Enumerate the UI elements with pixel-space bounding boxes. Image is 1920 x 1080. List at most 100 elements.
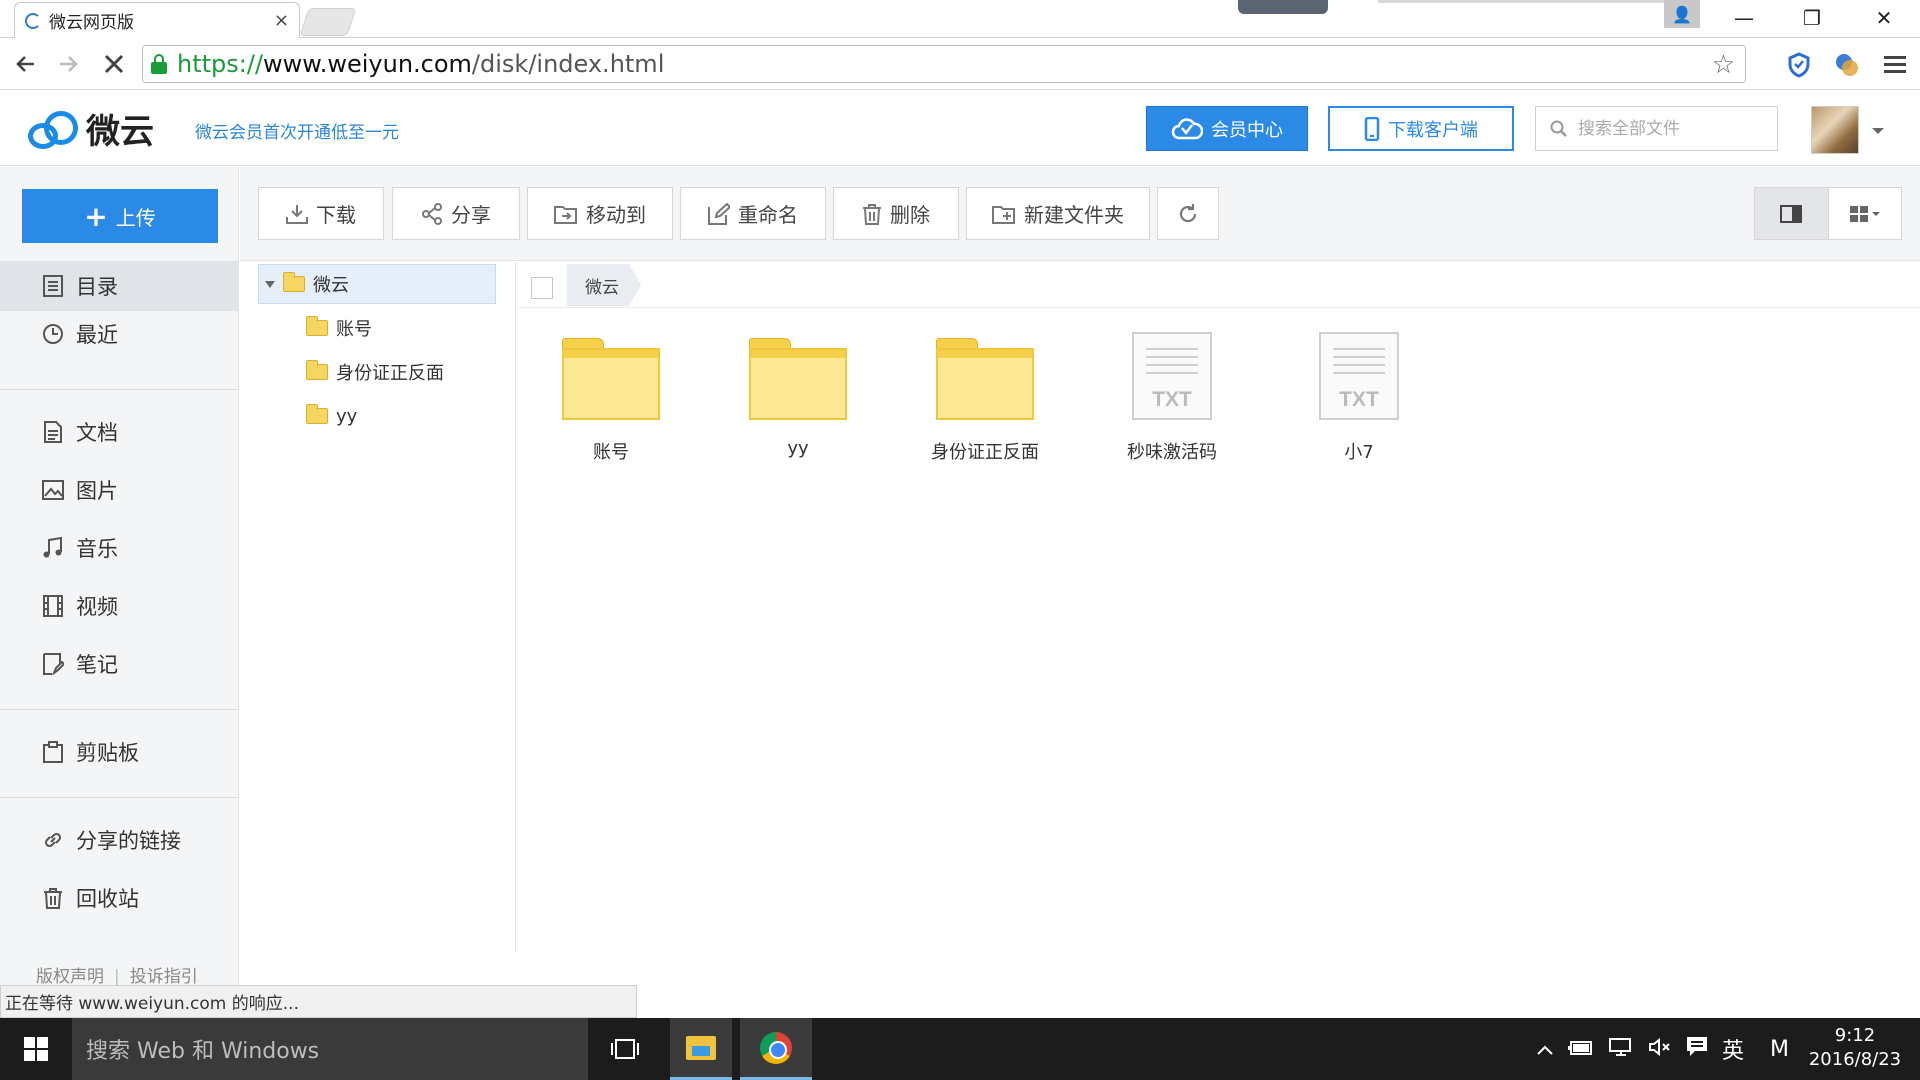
download-client-button[interactable]: 下载客户端 [1328,106,1514,151]
breadcrumb[interactable]: 微云 [567,264,641,306]
sidebar-item-documents[interactable]: 文档 [0,407,239,457]
sidebar-item-music[interactable]: 音乐 [0,523,239,573]
sidebar-item-label: 分享的链接 [76,829,181,853]
taskbar-search[interactable]: 搜索 Web 和 Windows [72,1018,588,1080]
caret-down-icon[interactable] [265,280,275,288]
sidebar-item-images[interactable]: 图片 [0,465,239,515]
folder-icon [749,338,847,420]
bookmark-star-icon[interactable]: ☆ [1712,50,1735,80]
url-bar[interactable]: https://www.weiyun.com/disk/index.html ☆ [142,45,1746,83]
tree-node-root[interactable]: 微云 [258,264,496,304]
file-item[interactable]: yy [723,328,873,459]
footer-divider: | [114,967,120,987]
chrome-taskbar[interactable] [740,1018,812,1080]
sidebar: + 上传 目录 最近 文档 图片 音乐 视频 笔记 剪贴板 分享的链接 回收站 … [0,167,239,987]
task-view-button[interactable] [595,1018,655,1080]
file-name: 身份证正反面 [931,442,1039,463]
forward-button[interactable] [50,46,86,82]
grid-view-button[interactable] [1829,188,1902,239]
download-button[interactable]: 下载 [258,187,384,240]
phone-icon [1364,116,1380,141]
browser-tab[interactable]: 微云网页版 × [14,2,300,38]
file-explorer-taskbar[interactable] [670,1018,732,1080]
clock-time: 9:12 [1834,1025,1876,1046]
tree-node[interactable]: yy [306,396,357,436]
tree-node[interactable]: 身份证正反面 [306,352,444,392]
restore-button[interactable]: ❐ [1778,0,1846,36]
tree-node[interactable]: 账号 [306,308,372,348]
ime-language[interactable]: 英 [1722,1033,1744,1065]
sidebar-item-clipboard[interactable]: 剪贴板 [0,727,239,777]
vip-center-button[interactable]: 会员中心 [1146,106,1308,151]
file-toolbar: 下载 分享 移动到 重命名 删除 新建文件夹 [240,167,1920,261]
translate-extension-icon[interactable] [1832,50,1862,80]
shield-extension-icon[interactable] [1784,50,1814,80]
sidebar-item-directory[interactable]: 目录 [0,261,239,311]
upload-button[interactable]: + 上传 [22,189,218,243]
video-icon [40,595,66,617]
search-icon [1550,120,1567,137]
file-item[interactable]: TXT 小7 [1284,328,1434,464]
popup-edge [1378,0,1698,3]
start-button[interactable] [0,1018,72,1080]
forward-arrow-icon [60,56,78,72]
network-icon[interactable] [1608,1037,1634,1062]
folder-icon [936,338,1034,420]
back-button[interactable] [8,46,44,82]
refresh-button[interactable] [1157,187,1219,240]
battery-icon[interactable] [1568,1037,1594,1061]
delete-label: 删除 [890,203,930,227]
close-window-button[interactable]: ✕ [1850,0,1918,36]
avatar[interactable] [1811,106,1859,154]
file-item[interactable]: 账号 [536,328,686,464]
volume-muted-icon[interactable] [1648,1037,1672,1062]
vip-cloud-icon [1171,117,1203,139]
complaint-link[interactable]: 投诉指引 [130,967,198,987]
stop-button[interactable] [96,46,132,82]
select-all-checkbox[interactable] [531,277,553,299]
sidebar-item-recent[interactable]: 最近 [0,309,239,359]
file-item[interactable]: 身份证正反面 [910,328,1060,464]
clock-icon [40,323,66,345]
search-box[interactable] [1535,106,1778,151]
sidebar-divider [0,389,239,390]
delete-button[interactable]: 删除 [833,187,959,240]
sidebar-item-notes[interactable]: 笔记 [0,639,239,689]
trash-icon [863,203,881,225]
chrome-icon [760,1031,792,1064]
clock-date: 2016/8/23 [1808,1049,1902,1070]
minimize-button[interactable]: — [1710,0,1778,36]
sidebar-footer: 版权声明 | 投诉指引 [36,962,198,987]
tab-close-icon[interactable]: × [274,10,289,31]
new-folder-icon [992,205,1015,224]
profile-icon[interactable]: 👤 [1664,0,1700,28]
file-name: 小7 [1344,442,1374,463]
search-input[interactable] [1578,118,1768,139]
new-tab-button[interactable] [299,8,357,36]
chevron-up-icon[interactable] [1536,1037,1554,1061]
taskbar-clock[interactable]: 9:12 2016/8/23 [1800,1024,1910,1072]
menu-icon[interactable] [1880,50,1910,80]
notification-icon[interactable] [1686,1036,1708,1063]
sidebar-item-videos[interactable]: 视频 [0,581,239,631]
vip-promo-link[interactable]: 微云会员首次开通低至一元 [195,118,399,143]
download-client-label: 下载客户端 [1388,119,1478,141]
new-folder-button[interactable]: 新建文件夹 [966,187,1150,240]
share-button[interactable]: 分享 [392,187,520,240]
ime-mode[interactable]: M [1770,1037,1789,1062]
sidebar-item-shared-links[interactable]: 分享的链接 [0,815,239,865]
list-view-button[interactable] [1755,188,1829,239]
rename-button[interactable]: 重命名 [680,187,826,240]
file-name: 账号 [593,442,629,463]
move-to-button[interactable]: 移动到 [527,187,673,240]
copyright-link[interactable]: 版权声明 [36,967,104,987]
sidebar-item-trash[interactable]: 回收站 [0,873,239,923]
file-item[interactable]: TXT 秒味激活码 [1097,328,1247,464]
file-name: 秒味激活码 [1127,442,1217,463]
weiyun-logo[interactable]: 微云 [28,104,154,153]
chevron-down-icon[interactable] [1872,128,1884,134]
back-arrow-icon [16,56,34,72]
txt-badge: TXT [1152,388,1192,411]
link-icon [40,829,66,851]
system-tray: 英 M [1536,1018,1789,1080]
